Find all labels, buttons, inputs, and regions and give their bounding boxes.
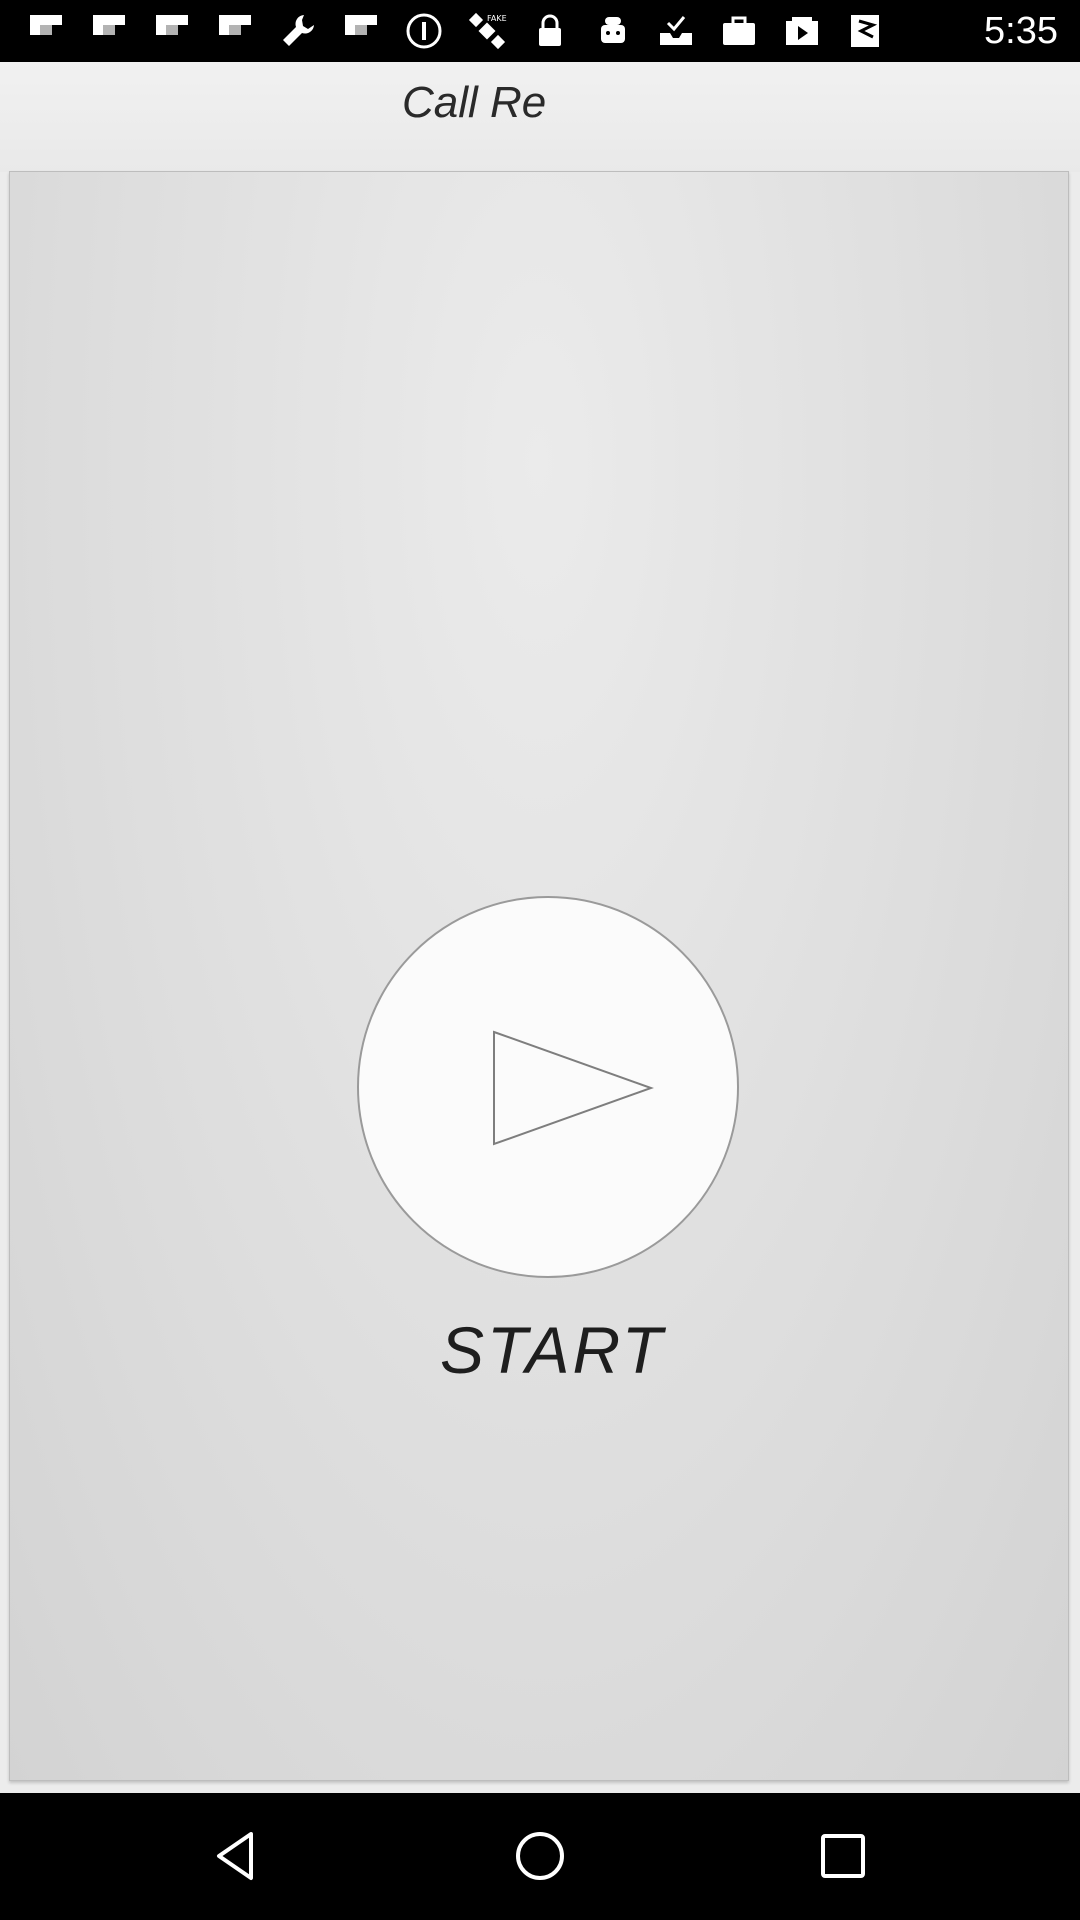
wrench-icon: [276, 9, 320, 53]
svg-text:FAKE: FAKE: [487, 14, 507, 23]
main-panel: START: [9, 171, 1069, 1781]
back-button[interactable]: [202, 1821, 272, 1891]
inbox-check-icon: [654, 9, 698, 53]
flipboard-icon: [24, 9, 68, 53]
flipboard-icon: [213, 9, 257, 53]
status-time: 5:35: [984, 10, 1058, 52]
flipboard-icon: [339, 9, 383, 53]
recents-button[interactable]: [808, 1821, 878, 1891]
notification-icons: FAKE: [24, 0, 906, 62]
play-store-icon: [780, 9, 824, 53]
info-circle-icon: [402, 9, 446, 53]
call-recorder-app: Call Re START: [0, 62, 1080, 1793]
flipboard-icon: [150, 9, 194, 53]
title-bar: Call Re: [0, 62, 1080, 172]
briefcase-icon: [717, 9, 761, 53]
page-title: Call Re: [402, 78, 547, 127]
screen: FAKE 5:35 Call Re START: [0, 0, 1080, 1920]
flipboard-icon: [87, 9, 131, 53]
recents-icon: [821, 1834, 865, 1878]
home-button[interactable]: [505, 1821, 575, 1891]
start-recording-button[interactable]: [357, 896, 739, 1278]
lock-icon: [528, 9, 572, 53]
play-icon: [493, 1030, 654, 1146]
start-label: START: [440, 1313, 666, 1387]
navigation-bar: [0, 1793, 1080, 1920]
android-robot-icon: [591, 9, 635, 53]
flipboard-icon: [843, 9, 887, 53]
fake-gps-satellite-icon: FAKE: [465, 9, 509, 53]
back-icon: [217, 1832, 253, 1880]
home-icon: [516, 1832, 564, 1880]
status-bar: FAKE 5:35: [0, 0, 1080, 62]
